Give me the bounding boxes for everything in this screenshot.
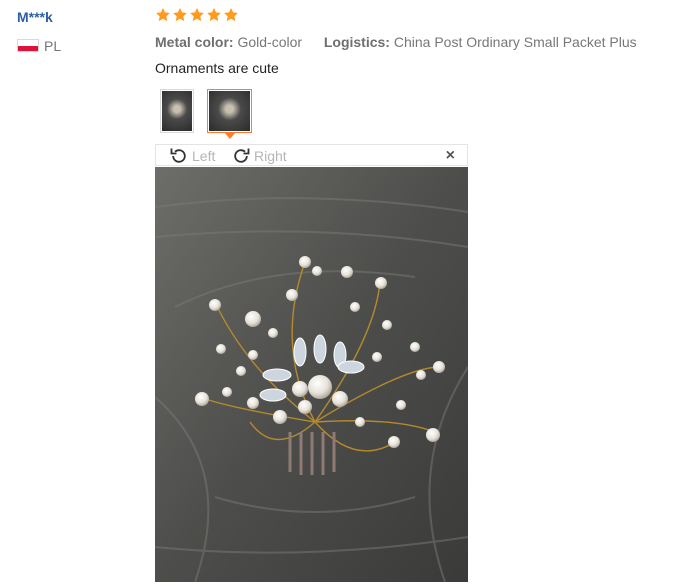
hair-comb-photo <box>155 167 468 582</box>
star-icon <box>173 8 187 22</box>
review-photo-large[interactable] <box>155 167 468 582</box>
star-icon <box>190 8 204 22</box>
thumbnail-image <box>209 91 250 131</box>
star-rating <box>155 7 239 23</box>
rotate-left-label: Left <box>192 148 216 164</box>
star-icon <box>207 8 221 22</box>
close-icon[interactable]: × <box>446 147 455 165</box>
logistics-value: China Post Ordinary Small Packet Plus <box>393 34 637 50</box>
review-thumbnail[interactable] <box>160 89 194 133</box>
rotate-left-button[interactable]: Left <box>168 146 215 166</box>
star-icon <box>224 8 238 22</box>
reviewer-name[interactable]: M***k <box>17 9 53 25</box>
star-icon <box>156 8 170 22</box>
review-thumbnail-active[interactable] <box>207 89 252 133</box>
image-viewer-toolbar: Left Right × <box>155 144 468 166</box>
reviewer-country: PL <box>44 38 62 54</box>
rotate-right-label: Right <box>254 148 287 164</box>
rotate-right-icon <box>234 148 250 163</box>
active-thumbnail-caret <box>224 132 236 139</box>
metal-color-label: Metal color: <box>155 34 234 50</box>
rotate-left-icon <box>170 148 186 163</box>
metal-color-value: Gold-color <box>237 34 303 50</box>
review-comment: Ornaments are cute <box>155 60 279 76</box>
review-attributes: Metal color: Gold-color Logistics: China… <box>155 34 637 50</box>
thumbnail-image <box>162 91 192 131</box>
rotate-right-button[interactable]: Right <box>230 146 287 166</box>
logistics-label: Logistics: <box>323 34 390 50</box>
flag-pl-icon <box>17 39 39 52</box>
